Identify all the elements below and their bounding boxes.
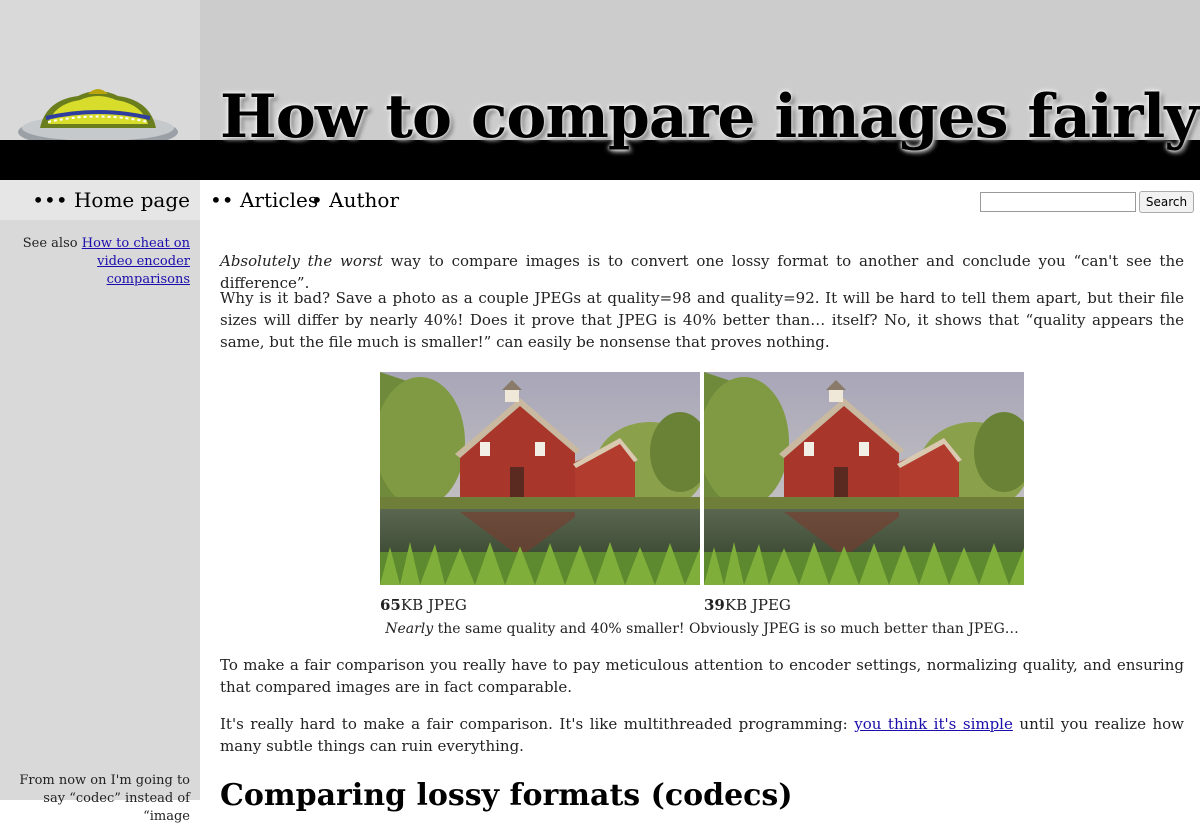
nav-author-link[interactable]: • Author: [311, 188, 399, 212]
file-size-value: 65: [380, 596, 401, 614]
paragraph-text: It's really hard to make a fair comparis…: [220, 715, 855, 733]
nav-home-page-link[interactable]: ••• Home page: [32, 188, 190, 212]
sidebar-note: From now on I'm going to say “codec” ins…: [19, 773, 190, 824]
search-button[interactable]: Search: [1139, 191, 1194, 213]
sombrero-logo-icon[interactable]: [18, 80, 188, 140]
file-size-value: 39: [704, 596, 725, 614]
see-also-link[interactable]: How to cheat on video encoder comparison…: [82, 236, 190, 287]
paragraph-fair-comparison: To make a fair comparison you really hav…: [220, 656, 1184, 696]
sidebar: See also How to cheat on video encoder c…: [0, 220, 200, 824]
see-also-label: See also: [22, 236, 78, 251]
figure-caption: Nearly the same quality and 40% smaller!…: [220, 621, 1184, 637]
jpeg-photo-65kb: [380, 372, 700, 585]
jpeg-photo-39kb: [704, 372, 1024, 585]
file-size-unit: KB JPEG: [724, 596, 791, 614]
paragraph-why-bad: Why is it bad? Save a photo as a couple …: [220, 289, 1184, 351]
page-title: How to compare images fairly: [220, 82, 1199, 152]
file-size-unit: KB JPEG: [400, 596, 467, 614]
top-navigation: ••• Home page •• Articles • Author Searc…: [0, 180, 1200, 220]
caption-emphasis: Nearly: [385, 621, 434, 637]
simple-link[interactable]: you think it's simple: [854, 715, 1013, 733]
photo-size-label-left: 65KB JPEG: [380, 596, 467, 614]
nav-articles-link[interactable]: •• Articles: [210, 188, 318, 212]
photo-size-label-right: 39KB JPEG: [704, 596, 791, 614]
site-header: How to compare images fairly: [0, 0, 1200, 180]
emphasis-text: Absolutely the worst: [220, 252, 383, 270]
caption-text: the same quality and 40% smaller! Obviou…: [433, 621, 1019, 637]
search-input[interactable]: [980, 192, 1136, 212]
paragraph-multithreaded: It's really hard to make a fair comparis…: [220, 713, 1184, 757]
nav-home-box: ••• Home page: [0, 180, 200, 220]
section-heading: Comparing lossy formats (codecs): [220, 778, 793, 813]
article-content: Absolutely the worst way to compare imag…: [220, 220, 1184, 813]
sidebar-see-also: See also How to cheat on video encoder c…: [10, 235, 190, 289]
